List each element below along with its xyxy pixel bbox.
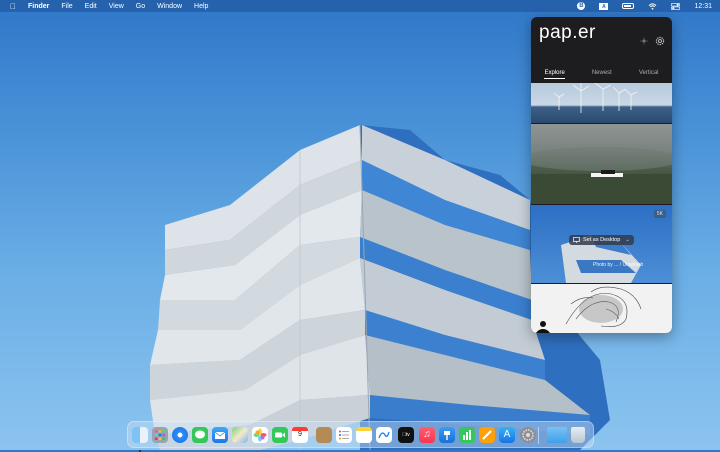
music-icon[interactable]: ♫ (419, 427, 435, 443)
photo-thumbnail[interactable] (531, 83, 672, 123)
launchpad-grid (155, 430, 165, 440)
downloads-folder-icon[interactable] (547, 427, 567, 443)
set-as-desktop-button[interactable]: Set as Desktop ⌄ (569, 235, 634, 245)
notes-brown-icon[interactable] (316, 427, 332, 443)
bars-shape (463, 430, 471, 440)
calendar-icon[interactable]: 9 (292, 427, 308, 443)
photos-icon[interactable] (252, 427, 268, 443)
illustration-image (536, 286, 642, 333)
launchpad-icon[interactable] (152, 427, 168, 443)
tab-newest[interactable]: Newest (592, 70, 612, 79)
calendar-day: 9 (298, 431, 302, 438)
chevron-down-icon[interactable]: ⌄ (625, 237, 630, 243)
gear-icon (522, 429, 534, 441)
envelope (214, 431, 226, 439)
reminders-list (339, 430, 349, 440)
resolution-badge: 5K (653, 210, 666, 218)
notes-icon[interactable] (356, 427, 372, 443)
keynote-icon[interactable] (439, 427, 455, 443)
photo-thumbnail[interactable] (531, 124, 672, 204)
messages-icon[interactable] (192, 427, 208, 443)
photos-flower (253, 428, 267, 442)
paper-popup: pap.er Explore Newest Vertical 5K Set as… (531, 17, 672, 333)
facetime-icon[interactable] (272, 427, 288, 443)
app-logo: pap.er (539, 22, 596, 43)
brightness-icon[interactable] (640, 37, 648, 45)
dock: 9 tv ♫ A (127, 421, 594, 452)
photo-credit[interactable]: Photo by ... / Unsplash (593, 262, 643, 268)
reminders-icon[interactable] (336, 427, 352, 443)
podium-shape (444, 431, 450, 440)
popup-tabs: Explore Newest Vertical (531, 70, 672, 79)
appstore-icon[interactable]: A (499, 427, 515, 443)
maps-icon[interactable] (232, 427, 248, 443)
systemsettings-icon[interactable] (520, 427, 536, 443)
numbers-icon[interactable] (459, 427, 475, 443)
trash-icon[interactable] (571, 427, 585, 443)
finder-icon[interactable] (132, 427, 148, 452)
tab-vertical[interactable]: Vertical (639, 70, 659, 79)
desktop-icon (573, 237, 580, 243)
photo-thumbnail[interactable] (531, 284, 672, 333)
freeform-squiggle (378, 431, 390, 439)
speech-bubble (195, 430, 205, 439)
set-as-desktop-label: Set as Desktop (583, 237, 621, 243)
appletv-icon[interactable]: tv (398, 427, 414, 443)
tab-explore[interactable]: Explore (544, 70, 565, 79)
mail-icon[interactable] (212, 427, 228, 443)
foggy-field-image (531, 147, 672, 204)
photo-thumbnail-selected[interactable]: 5K Set as Desktop ⌄ Photo by ... / Unspl… (531, 205, 672, 283)
pen-shape (482, 430, 492, 440)
dock-separator (538, 427, 539, 444)
pages-icon[interactable] (479, 427, 495, 443)
wind-turbines-image (553, 83, 638, 113)
camera-shape (275, 432, 285, 438)
safari-icon[interactable] (172, 427, 188, 443)
freeform-icon[interactable] (376, 427, 392, 443)
gear-icon[interactable] (655, 36, 665, 46)
